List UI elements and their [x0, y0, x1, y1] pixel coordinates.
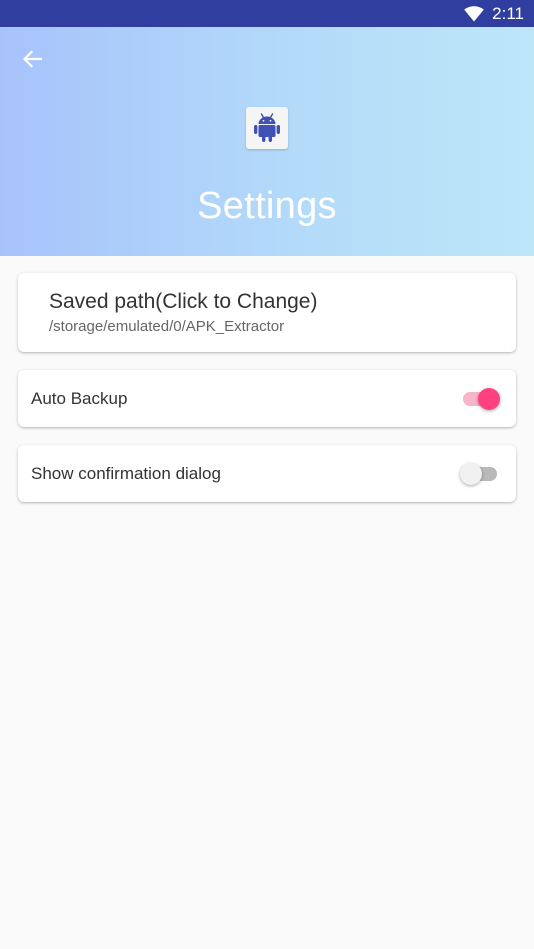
- wifi-icon: [464, 5, 484, 22]
- auto-backup-setting[interactable]: Auto Backup: [18, 370, 516, 427]
- switch-thumb: [460, 462, 482, 485]
- app-logo: [246, 107, 288, 149]
- auto-backup-switch[interactable]: [460, 387, 500, 411]
- header: Settings: [0, 27, 534, 256]
- switch-thumb: [478, 387, 500, 410]
- confirmation-dialog-switch[interactable]: [460, 462, 500, 486]
- status-bar: 2:11: [0, 0, 534, 27]
- arrow-left-icon: [22, 50, 42, 68]
- status-time: 2:11: [492, 3, 524, 23]
- android-icon: [254, 113, 280, 142]
- saved-path-setting[interactable]: Saved path(Click to Change) /storage/emu…: [18, 273, 516, 352]
- confirmation-dialog-label: Show confirmation dialog: [31, 463, 221, 483]
- auto-backup-label: Auto Backup: [31, 388, 128, 408]
- page-title: Settings: [197, 185, 337, 227]
- confirmation-dialog-setting[interactable]: Show confirmation dialog: [18, 445, 516, 502]
- saved-path-value: /storage/emulated/0/APK_Extractor: [49, 318, 285, 335]
- saved-path-title: Saved path(Click to Change): [49, 290, 318, 313]
- back-button[interactable]: [18, 47, 46, 71]
